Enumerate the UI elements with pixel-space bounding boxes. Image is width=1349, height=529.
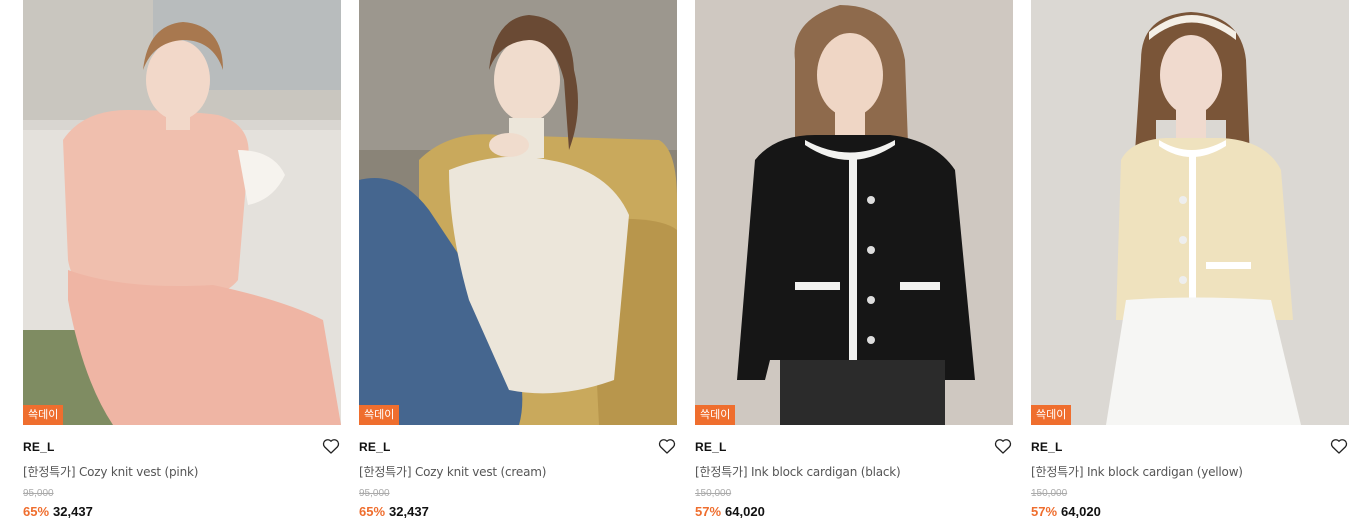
heart-outline-icon[interactable] [657, 436, 677, 456]
brand-name[interactable]: RE_L [695, 440, 726, 454]
sale-price: 32,437 [53, 504, 93, 519]
original-price: 150,000 [1031, 488, 1068, 499]
product-name[interactable]: [한정특가] Cozy knit vest (pink) [23, 463, 198, 480]
sale-price: 64,020 [1061, 504, 1101, 519]
brand-name[interactable]: RE_L [359, 440, 390, 454]
product-image-link[interactable]: 쓱데이 [359, 0, 677, 425]
promo-badge: 쓱데이 [695, 405, 736, 425]
price-line: 57% 64,020 [695, 504, 765, 519]
promo-badge: 쓱데이 [23, 405, 64, 425]
product-image-link[interactable]: 쓱데이 [23, 0, 341, 425]
product-name[interactable]: [한정특가] Ink block cardigan (yellow) [1031, 463, 1243, 480]
product-card[interactable]: 쓱데이 RE_L [한정특가] Ink block cardigan (yell… [1031, 0, 1349, 529]
brand-name[interactable]: RE_L [1031, 440, 1062, 454]
brand-name[interactable]: RE_L [23, 440, 54, 454]
heart-outline-icon[interactable] [321, 436, 341, 456]
discount-rate: 65% [23, 504, 50, 519]
product-card[interactable]: 쓱데이 RE_L [한정특가] Cozy knit vest (cream) 9… [359, 0, 677, 529]
promo-badge: 쓱데이 [1031, 405, 1072, 425]
discount-rate: 57% [1031, 504, 1058, 519]
product-photo [23, 0, 341, 425]
sale-price: 64,020 [725, 504, 765, 519]
product-photo [359, 0, 677, 425]
sale-price: 32,437 [389, 504, 429, 519]
product-name[interactable]: [한정특가] Ink block cardigan (black) [695, 463, 901, 480]
original-price: 95,000 [23, 488, 54, 499]
price-line: 57% 64,020 [1031, 504, 1101, 519]
product-photo [695, 0, 1013, 425]
heart-outline-icon[interactable] [993, 436, 1013, 456]
discount-rate: 65% [359, 504, 386, 519]
original-price: 95,000 [359, 488, 390, 499]
product-name[interactable]: [한정특가] Cozy knit vest (cream) [359, 463, 546, 480]
product-photo [1031, 0, 1349, 425]
product-image-link[interactable]: 쓱데이 [695, 0, 1013, 425]
price-line: 65% 32,437 [23, 504, 93, 519]
promo-badge: 쓱데이 [359, 405, 400, 425]
original-price: 150,000 [695, 488, 732, 499]
product-card[interactable]: 쓱데이 RE_L [한정특가] Cozy knit vest (pink) 95… [23, 0, 341, 529]
product-grid: 쓱데이 RE_L [한정특가] Cozy knit vest (pink) 95… [0, 0, 1349, 529]
price-line: 65% 32,437 [359, 504, 429, 519]
product-card[interactable]: 쓱데이 RE_L [한정특가] Ink block cardigan (blac… [695, 0, 1013, 529]
product-image-link[interactable]: 쓱데이 [1031, 0, 1349, 425]
heart-outline-icon[interactable] [1329, 436, 1349, 456]
discount-rate: 57% [695, 504, 722, 519]
